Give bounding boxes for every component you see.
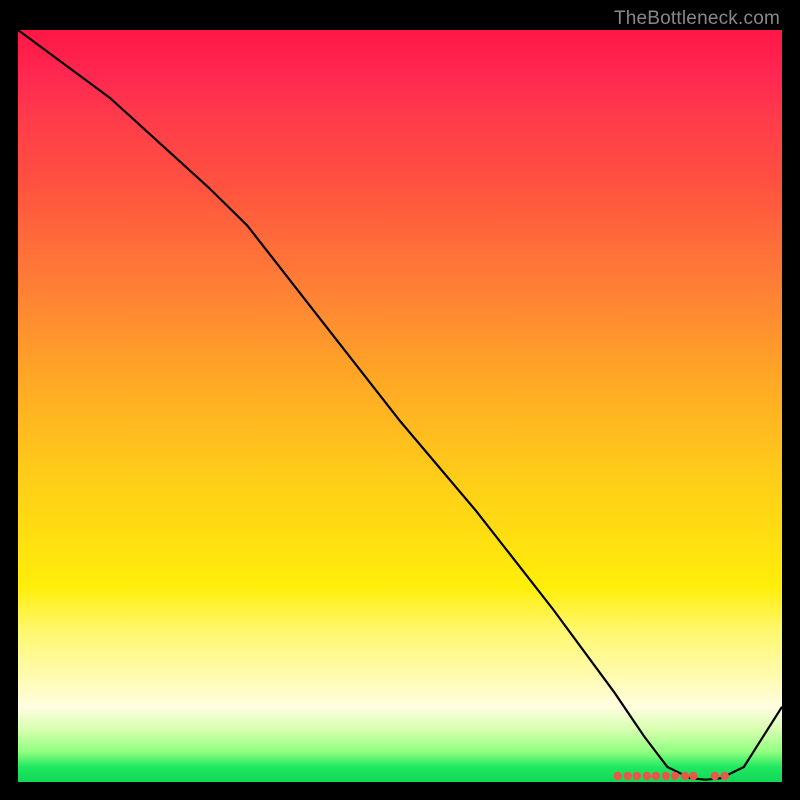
- marker-dot: [633, 772, 641, 780]
- marker-dot: [681, 772, 689, 780]
- marker-dot: [689, 772, 697, 780]
- line-series: [18, 30, 782, 780]
- curve-svg: [18, 30, 782, 782]
- marker-dot: [624, 772, 632, 780]
- watermark-text: TheBottleneck.com: [614, 8, 780, 30]
- marker-dot: [643, 772, 651, 780]
- marker-dot: [711, 772, 719, 780]
- curve-line: [18, 30, 782, 780]
- marker-dot: [614, 772, 622, 780]
- marker-dot: [671, 772, 679, 780]
- marker-dot: [662, 772, 670, 780]
- marker-dot: [652, 772, 660, 780]
- marker-dot: [721, 772, 729, 780]
- chart-container: [18, 30, 782, 782]
- plot-area: [18, 30, 782, 782]
